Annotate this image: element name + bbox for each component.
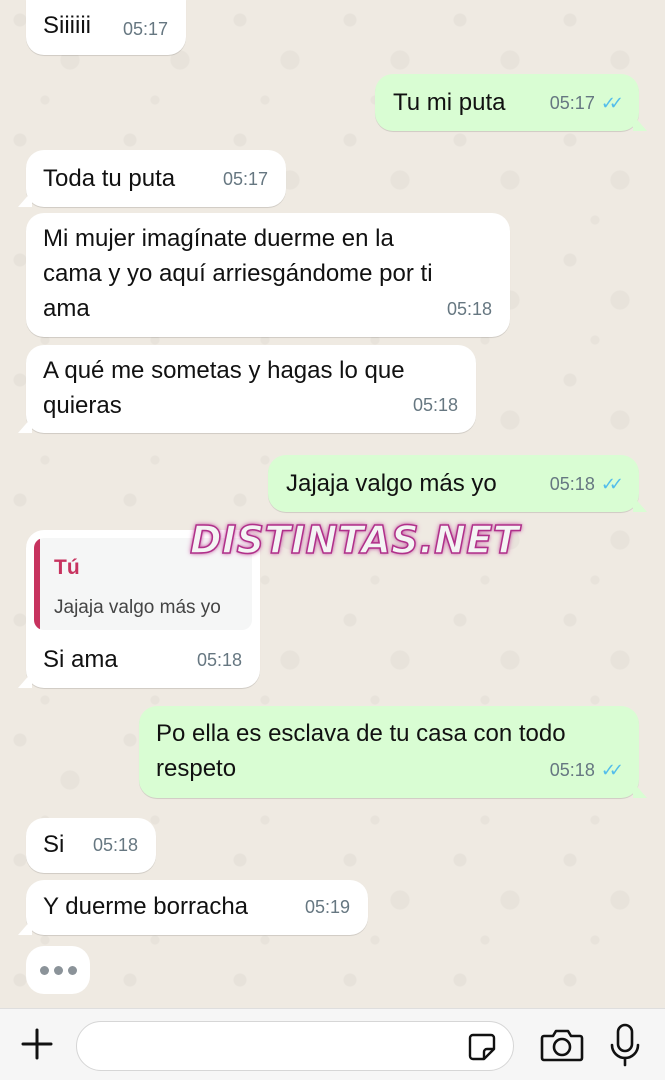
message-text: Jajaja valgo más yo (286, 470, 497, 497)
plus-icon[interactable] (20, 1027, 54, 1061)
message-time: 05:18 (446, 299, 492, 319)
double-check-icon: ✓✓ (600, 474, 624, 494)
message-text: Mi mujer imagínate duerme en la cama y y… (43, 225, 433, 322)
message-time: 05:19 (304, 897, 350, 917)
message-time: 05:17 (122, 19, 168, 39)
message-text: Tu mi puta (393, 89, 506, 116)
message-time: 05:17 (549, 93, 595, 113)
message-input[interactable] (76, 1021, 514, 1071)
message-text: Po ella es esclava de tu casa con todo r… (156, 720, 566, 782)
quote-text: Jajaja valgo más yo (54, 597, 221, 618)
watermark: DISTINTAS.NET (189, 517, 520, 563)
quote-author: Tú (54, 556, 80, 579)
typing-dot (67, 965, 77, 975)
message-time: 05:18 (196, 650, 242, 670)
message-text: Si (43, 831, 65, 858)
incoming-message[interactable]: Si 05:18 (26, 818, 156, 873)
typing-dot (39, 965, 49, 975)
message-text: Si ama (43, 646, 118, 673)
message-meta: 05:18 ✓✓ (549, 753, 624, 788)
outgoing-message[interactable]: Po ella es esclava de tu casa con todo r… (139, 706, 647, 798)
message-time: 05:18 (549, 760, 595, 780)
message-time: 05:18 (412, 395, 458, 415)
composer-bar (0, 1008, 665, 1080)
message-time: 05:17 (222, 169, 268, 189)
incoming-message[interactable]: A qué me sometas y hagas lo que quieras … (18, 345, 476, 433)
chat-area[interactable]: Siiiiii 05:17 Tu mi puta 05:17 ✓✓ Toda t… (0, 0, 665, 1008)
outgoing-message[interactable]: Jajaja valgo más yo 05:18 ✓✓ (268, 455, 647, 512)
typing-dot (53, 965, 63, 975)
message-time: 05:18 (92, 835, 138, 855)
message-meta: 05:17 ✓✓ (549, 86, 624, 121)
outgoing-message[interactable]: Tu mi puta 05:17 ✓✓ (375, 74, 647, 131)
incoming-message[interactable]: Toda tu puta 05:17 (18, 150, 286, 207)
incoming-message[interactable]: Siiiiii 05:17 (26, 0, 186, 55)
incoming-message[interactable]: Mi mujer imagínate duerme en la cama y y… (26, 213, 510, 337)
sticker-icon[interactable] (467, 1032, 497, 1062)
message-text: Y duerme borracha (43, 893, 249, 920)
message-meta: 05:18 ✓✓ (549, 467, 624, 502)
camera-icon[interactable] (540, 1027, 584, 1063)
message-text: Siiiiii (43, 12, 91, 39)
message-text: Toda tu puta (43, 165, 176, 192)
double-check-icon: ✓✓ (600, 93, 624, 113)
incoming-message[interactable]: Y duerme borracha 05:19 (18, 880, 368, 935)
message-time: 05:18 (549, 474, 595, 494)
quote-accent-bar (34, 538, 40, 630)
microphone-icon[interactable] (608, 1023, 642, 1067)
double-check-icon: ✓✓ (600, 760, 624, 780)
typing-indicator (26, 946, 90, 994)
message-text: A qué me sometas y hagas lo que quieras (43, 357, 405, 419)
